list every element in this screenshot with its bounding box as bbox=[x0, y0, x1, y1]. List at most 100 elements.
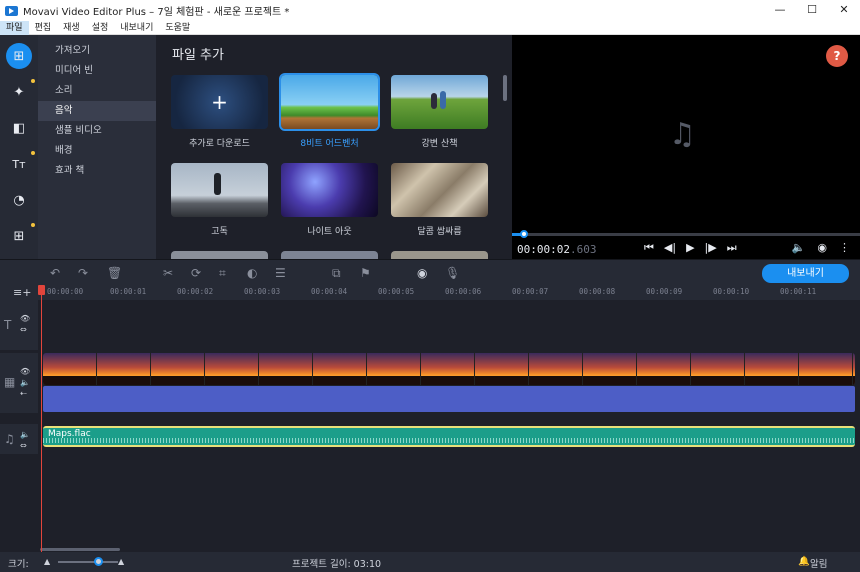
media-tile-download-more[interactable]: + 추가로 다운로드 bbox=[171, 75, 268, 149]
category-panel: 가져오기 미디어 빈 소리 음악 샘플 비디오 배경 효과 책 bbox=[38, 35, 156, 259]
media-tile-8bit-adventure[interactable]: 8비트 어드벤처 bbox=[279, 73, 380, 149]
magic-wand-icon: ✦ bbox=[13, 84, 25, 100]
menu-settings[interactable]: 설정 bbox=[86, 21, 115, 35]
media-tile-label: 8비트 어드벤처 bbox=[300, 139, 359, 149]
timeline-toolbar: ↶ ↷ 🗑 ✂ ⟳ ⌗ ◐ ☰ ⧉ ⚑ ◉ 🎙 내보내기 bbox=[0, 259, 860, 285]
close-button[interactable]: ✕ bbox=[828, 0, 860, 21]
timecode-main: 00:00:02 bbox=[517, 243, 570, 256]
media-tile-partial[interactable] bbox=[171, 251, 268, 259]
playhead[interactable] bbox=[41, 287, 42, 552]
import-tool-button[interactable]: ⊞ bbox=[6, 43, 32, 69]
zoom-slider[interactable] bbox=[58, 561, 118, 563]
category-backgrounds[interactable]: 배경 bbox=[38, 141, 156, 161]
menu-playback[interactable]: 재생 bbox=[57, 21, 86, 35]
previous-frame-icon[interactable]: ◀| bbox=[664, 241, 676, 255]
media-tile-riverside-walk[interactable]: 강변 산책 bbox=[391, 75, 488, 149]
transitions-tool-button[interactable]: ◧ bbox=[6, 115, 32, 141]
timecode: 00:00:02.603 bbox=[517, 243, 596, 256]
visibility-icon[interactable]: 👁 bbox=[20, 314, 30, 323]
next-frame-icon[interactable]: |▶ bbox=[705, 241, 717, 255]
media-panel-title: 파일 추가 bbox=[172, 48, 224, 63]
overlay-icon[interactable]: ⧉ bbox=[332, 266, 341, 281]
category-sample-video[interactable]: 샘플 비디오 bbox=[38, 121, 156, 141]
zoom-slider-knob[interactable] bbox=[94, 557, 103, 566]
link-icon[interactable]: ⇔ bbox=[20, 325, 27, 334]
media-tile-partial[interactable] bbox=[391, 251, 488, 259]
media-tile-partial[interactable] bbox=[281, 251, 378, 259]
color-adjust-icon[interactable]: ◐ bbox=[247, 266, 257, 280]
crop-icon[interactable]: ⌗ bbox=[219, 266, 226, 281]
title-track-icon: T bbox=[4, 318, 12, 332]
more-options-icon[interactable]: ⋮ bbox=[839, 241, 850, 254]
play-icon[interactable]: ▶ bbox=[686, 241, 694, 255]
category-music[interactable]: 음악 bbox=[38, 101, 156, 121]
titles-icon: Tт bbox=[12, 157, 26, 171]
timeline-scrollbar[interactable] bbox=[40, 548, 120, 551]
ruler-tick: 00:00:10 bbox=[713, 287, 750, 296]
undo-icon[interactable]: ↶ bbox=[50, 266, 60, 280]
link-icon[interactable]: ⇠ bbox=[20, 389, 27, 398]
visibility-icon[interactable]: 👁 bbox=[20, 367, 30, 376]
delete-icon[interactable]: 🗑 bbox=[107, 266, 122, 280]
more-tools-button[interactable]: ⊞ bbox=[6, 223, 35, 249]
cut-icon[interactable]: ✂ bbox=[163, 266, 173, 280]
timecode-fraction: .603 bbox=[569, 243, 597, 256]
project-length: 프로젝트 길이: 03:10 bbox=[292, 559, 382, 570]
category-import[interactable]: 가져오기 bbox=[38, 41, 156, 61]
filters-tool-button[interactable]: ✦ bbox=[6, 79, 35, 105]
marker-icon[interactable]: ⚑ bbox=[360, 266, 371, 280]
bell-icon[interactable]: 🔔 bbox=[798, 556, 810, 567]
ruler-tick: 00:00:09 bbox=[646, 287, 683, 296]
volume-icon[interactable]: 🔈 bbox=[792, 241, 806, 254]
menu-help[interactable]: 도움말 bbox=[159, 21, 196, 35]
zoom-out-icon[interactable]: ▲ bbox=[44, 557, 50, 566]
webcam-record-icon[interactable]: ◉ bbox=[417, 266, 427, 280]
tool-sidebar: ⊞ ✦ ◧ Tт ◔ ⊞ bbox=[0, 35, 38, 259]
minimize-button[interactable]: — bbox=[764, 0, 796, 21]
video-clip[interactable] bbox=[43, 353, 855, 385]
music-note-icon: ♫ bbox=[669, 117, 696, 152]
clip-properties-icon[interactable]: ☰ bbox=[275, 266, 286, 280]
add-track-icon[interactable]: ≡+ bbox=[13, 286, 31, 299]
ruler-tick: 00:00:11 bbox=[780, 287, 817, 296]
link-icon[interactable]: ⇔ bbox=[20, 441, 27, 450]
go-to-start-icon[interactable]: ⏮ bbox=[644, 241, 654, 255]
video-clip-audio[interactable] bbox=[43, 386, 855, 412]
microphone-icon[interactable]: 🎙 bbox=[445, 266, 460, 280]
titles-tool-button[interactable]: Tт bbox=[6, 151, 35, 177]
redo-icon[interactable]: ↷ bbox=[78, 266, 88, 280]
import-icon: ⊞ bbox=[13, 48, 25, 64]
more-tools-icon: ⊞ bbox=[13, 228, 25, 244]
ruler-tick: 00:00:08 bbox=[579, 287, 616, 296]
progress-knob[interactable] bbox=[520, 230, 528, 238]
stickers-icon: ◔ bbox=[13, 192, 25, 208]
audio-clip[interactable]: Maps.flac bbox=[43, 426, 855, 447]
menu-export[interactable]: 내보내기 bbox=[114, 21, 159, 35]
ruler-tick: 00:00:04 bbox=[311, 287, 348, 296]
preview-player: ? ♫ 00:00:02.603 ⏮ ◀| ▶ |▶ ⏭ 🔈 ◉ ⋮ bbox=[512, 35, 860, 259]
category-media-bin[interactable]: 미디어 빈 bbox=[38, 61, 156, 81]
zoom-in-icon[interactable]: ▲ bbox=[118, 557, 124, 566]
notifications-label[interactable]: 알림 bbox=[810, 556, 827, 570]
go-to-end-icon[interactable]: ⏭ bbox=[727, 241, 737, 255]
window-title: Movavi Video Editor Plus – 7일 체험판 - 새로운 … bbox=[23, 7, 290, 18]
mute-icon[interactable]: 🔈 bbox=[20, 430, 30, 439]
category-sounds[interactable]: 소리 bbox=[38, 81, 156, 101]
menu-file[interactable]: 파일 bbox=[0, 20, 29, 35]
export-button[interactable]: 내보내기 bbox=[762, 264, 849, 283]
menu-bar: 파일 편집 재생 설정 내보내기 도움말 bbox=[0, 20, 860, 35]
media-tile-solitude[interactable]: 고독 bbox=[171, 163, 268, 237]
media-tile-bittersweet[interactable]: 달콤 쌉싸름 bbox=[391, 163, 488, 237]
snapshot-icon[interactable]: ◉ bbox=[817, 241, 827, 254]
playback-progress[interactable] bbox=[512, 230, 860, 238]
rotate-icon[interactable]: ⟳ bbox=[191, 266, 201, 280]
menu-edit[interactable]: 편집 bbox=[29, 21, 58, 35]
mute-icon[interactable]: 🔈 bbox=[20, 378, 30, 387]
help-button[interactable]: ? bbox=[826, 45, 848, 67]
media-tile-night-out[interactable]: 나이트 아웃 bbox=[281, 163, 378, 237]
timeline-ruler[interactable]: ≡+ 00:00:00 00:00:01 00:00:02 00:00:03 0… bbox=[0, 285, 860, 300]
maximize-button[interactable]: ☐ bbox=[796, 0, 828, 21]
stickers-tool-button[interactable]: ◔ bbox=[6, 187, 32, 213]
media-scrollbar[interactable] bbox=[503, 75, 507, 101]
category-effects-store[interactable]: 효과 책 bbox=[38, 161, 156, 181]
